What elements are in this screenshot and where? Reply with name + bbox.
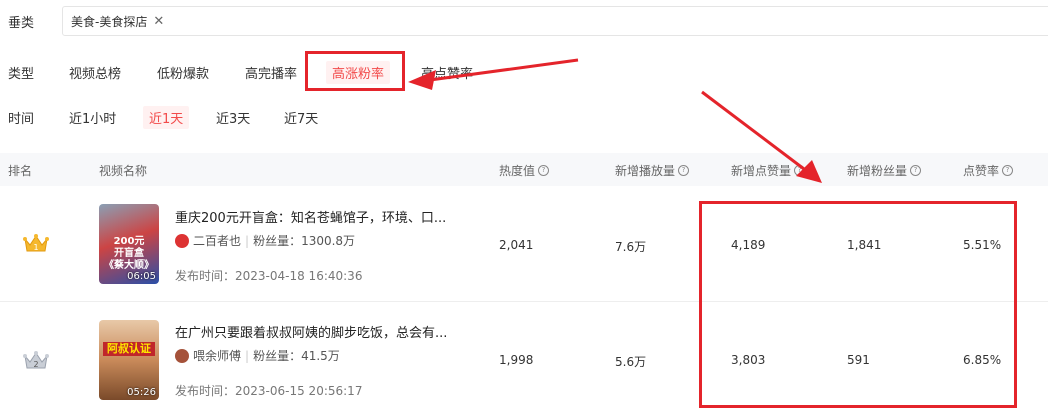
annotation-arrow-head [796, 160, 822, 183]
annotation-arrow-line [429, 58, 579, 82]
annotation-arrow-line [701, 90, 809, 174]
annotation-arrow-head [408, 70, 436, 90]
annotation-arrows [408, 58, 822, 183]
